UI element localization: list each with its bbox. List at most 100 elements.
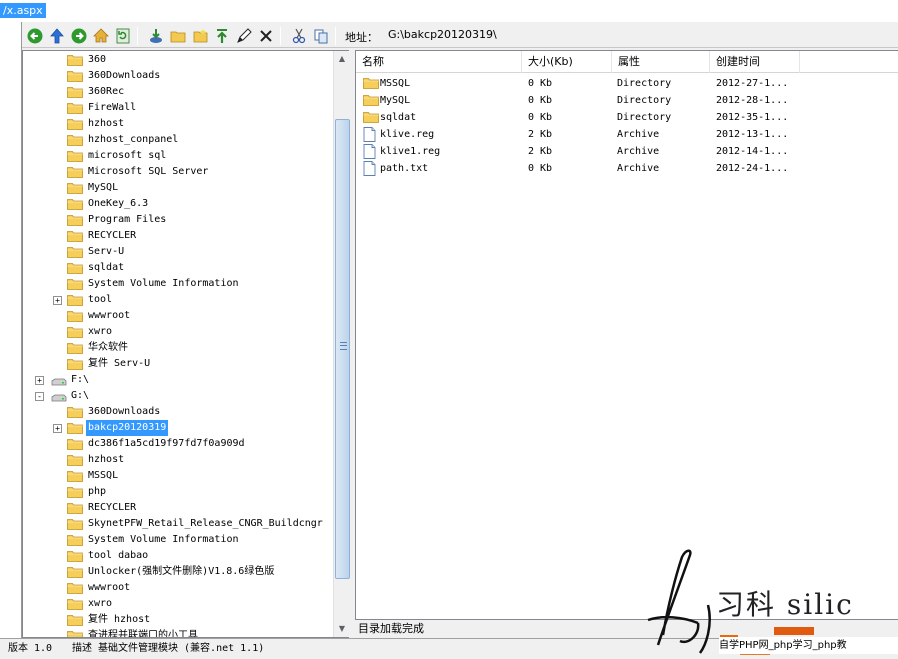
expand-icon[interactable]: + bbox=[53, 296, 62, 305]
back-icon[interactable] bbox=[25, 26, 45, 46]
scroll-up-arrow[interactable]: ▲ bbox=[334, 51, 350, 67]
tree-item-label: wwwroot bbox=[88, 582, 131, 593]
file-row[interactable]: klive.reg 2 Kb Archive 2012-13-1... bbox=[356, 126, 898, 143]
folder-icon bbox=[67, 358, 83, 370]
file-name: MSSQL bbox=[380, 78, 411, 89]
upload-icon[interactable] bbox=[212, 26, 232, 46]
tree-item-label: RECYCLER bbox=[88, 230, 137, 241]
folder-icon bbox=[363, 77, 379, 89]
file-name: klive1.reg bbox=[380, 146, 441, 157]
watermark: 习科 silic 自学PHP网_php学习_php教 bbox=[628, 545, 898, 658]
file-attribute: Directory bbox=[617, 95, 672, 106]
tree-item-label: xwro bbox=[88, 598, 113, 609]
file-row[interactable]: MSSQL 0 Kb Directory 2012-27-1... bbox=[356, 75, 898, 92]
file-size: 0 Kb bbox=[528, 78, 553, 89]
tree-item-label: 360Downloads bbox=[88, 70, 161, 81]
tree-item-label: tool dabao bbox=[88, 550, 149, 561]
column-header-created[interactable]: 创建时间 bbox=[710, 51, 800, 73]
file-name: klive.reg bbox=[380, 129, 435, 140]
tree-item-label: xwro bbox=[88, 326, 113, 337]
drive-icon bbox=[51, 376, 67, 386]
file-created: 2012-35-1... bbox=[716, 112, 789, 123]
download-icon[interactable] bbox=[146, 26, 166, 46]
url-fragment[interactable]: /x.aspx bbox=[0, 3, 46, 18]
tree-item-label: 华众软件 bbox=[88, 342, 128, 353]
tree-item-label: System Volume Information bbox=[88, 278, 239, 289]
folder-icon bbox=[67, 630, 83, 637]
folder-icon bbox=[67, 294, 83, 306]
tree-item-label: bakcp20120319 bbox=[86, 420, 169, 436]
scroll-down-arrow[interactable]: ▼ bbox=[334, 621, 350, 637]
column-header-name[interactable]: 名称 bbox=[356, 51, 522, 73]
toolbar-separator bbox=[137, 27, 138, 45]
tree-item-label: 复件 hzhost bbox=[88, 614, 151, 625]
folder-icon bbox=[67, 438, 83, 450]
tree-item-label: 查进程并联端口的小工具 bbox=[88, 630, 198, 638]
up-icon[interactable] bbox=[47, 26, 67, 46]
file-row[interactable]: klive1.reg 2 Kb Archive 2012-14-1... bbox=[356, 143, 898, 160]
version-text: 版本 1.0 bbox=[8, 643, 53, 654]
folder-icon bbox=[67, 550, 83, 562]
tree-item-label: microsoft sql bbox=[88, 150, 167, 161]
file-icon bbox=[363, 161, 376, 176]
file-size: 2 Kb bbox=[528, 146, 553, 157]
left-edge-panel bbox=[0, 22, 22, 638]
copy-icon[interactable] bbox=[311, 26, 331, 46]
edit-icon[interactable] bbox=[234, 26, 254, 46]
folder-icon bbox=[363, 111, 379, 123]
scroll-thumb[interactable] bbox=[335, 119, 350, 579]
address-input[interactable]: G:\bakcp20120319\ bbox=[384, 25, 894, 45]
folder-icon bbox=[67, 230, 83, 242]
file-attribute: Directory bbox=[617, 78, 672, 89]
file-list[interactable]: 名称 大小(Kb) 属性 创建时间 MSSQL 0 Kb Directory 2012… bbox=[355, 50, 898, 620]
tree-item-label: Program Files bbox=[88, 214, 167, 225]
file-size: 0 Kb bbox=[528, 112, 553, 123]
folder-icon bbox=[67, 534, 83, 546]
new-folder-icon[interactable] bbox=[168, 26, 188, 46]
file-icon bbox=[363, 144, 376, 159]
toolbar: 地址： G:\bakcp20120319\ bbox=[22, 24, 898, 48]
folder-icon bbox=[67, 54, 83, 66]
file-name: sqldat bbox=[380, 112, 417, 123]
tree-item-label: OneKey_6.3 bbox=[88, 198, 149, 209]
folder-icon bbox=[67, 342, 83, 354]
watermark-bar-text: 自学PHP网_php学习_php教 bbox=[719, 637, 898, 654]
expand-icon[interactable]: + bbox=[53, 424, 62, 433]
folder-icon bbox=[67, 70, 83, 82]
folder-icon bbox=[67, 166, 83, 178]
new-file-icon[interactable] bbox=[190, 26, 210, 46]
folder-icon bbox=[67, 150, 83, 162]
file-created: 2012-27-1... bbox=[716, 78, 789, 89]
toolbar-separator bbox=[335, 27, 336, 45]
file-name: path.txt bbox=[380, 163, 429, 174]
file-row[interactable]: path.txt 0 Kb Archive 2012-24-1... bbox=[356, 160, 898, 177]
description-text: 描述 基础文件管理模块 (兼容.net 1.1) bbox=[72, 643, 265, 654]
folder-icon bbox=[67, 134, 83, 146]
folder-icon bbox=[67, 118, 83, 130]
scroll-grip-icon bbox=[340, 342, 347, 350]
folder-tree[interactable]: 360 360Downloads 360Rec FireWall hzhost hzhos… bbox=[22, 50, 349, 638]
delete-icon[interactable] bbox=[256, 26, 276, 46]
tree-item-label: SkynetPFW_Retail_Release_CNGR_Buildcngr bbox=[88, 518, 323, 529]
column-header-attribute[interactable]: 属性 bbox=[612, 51, 710, 73]
folder-icon bbox=[67, 486, 83, 498]
forward-icon[interactable] bbox=[69, 26, 89, 46]
title-bar: /x.aspx bbox=[0, 0, 898, 22]
folder-icon bbox=[67, 310, 83, 322]
home-icon[interactable] bbox=[91, 26, 111, 46]
cut-icon[interactable] bbox=[289, 26, 309, 46]
tree-item-label: G:\ bbox=[71, 390, 90, 401]
file-row[interactable]: MySQL 0 Kb Directory 2012-28-1... bbox=[356, 92, 898, 109]
tree-scrollbar[interactable]: ▲ ▼ bbox=[333, 51, 350, 637]
collapse-icon[interactable]: - bbox=[35, 392, 44, 401]
file-row[interactable]: sqldat 0 Kb Directory 2012-35-1... bbox=[356, 109, 898, 126]
tree-item-label: php bbox=[88, 486, 107, 497]
column-header-size[interactable]: 大小(Kb) bbox=[522, 51, 612, 73]
folder-icon bbox=[363, 94, 379, 106]
folder-icon bbox=[67, 566, 83, 578]
tree-item-label: RECYCLER bbox=[88, 502, 137, 513]
folder-icon bbox=[67, 246, 83, 258]
expand-icon[interactable]: + bbox=[35, 376, 44, 385]
refresh-icon[interactable] bbox=[113, 26, 133, 46]
folder-icon bbox=[67, 582, 83, 594]
